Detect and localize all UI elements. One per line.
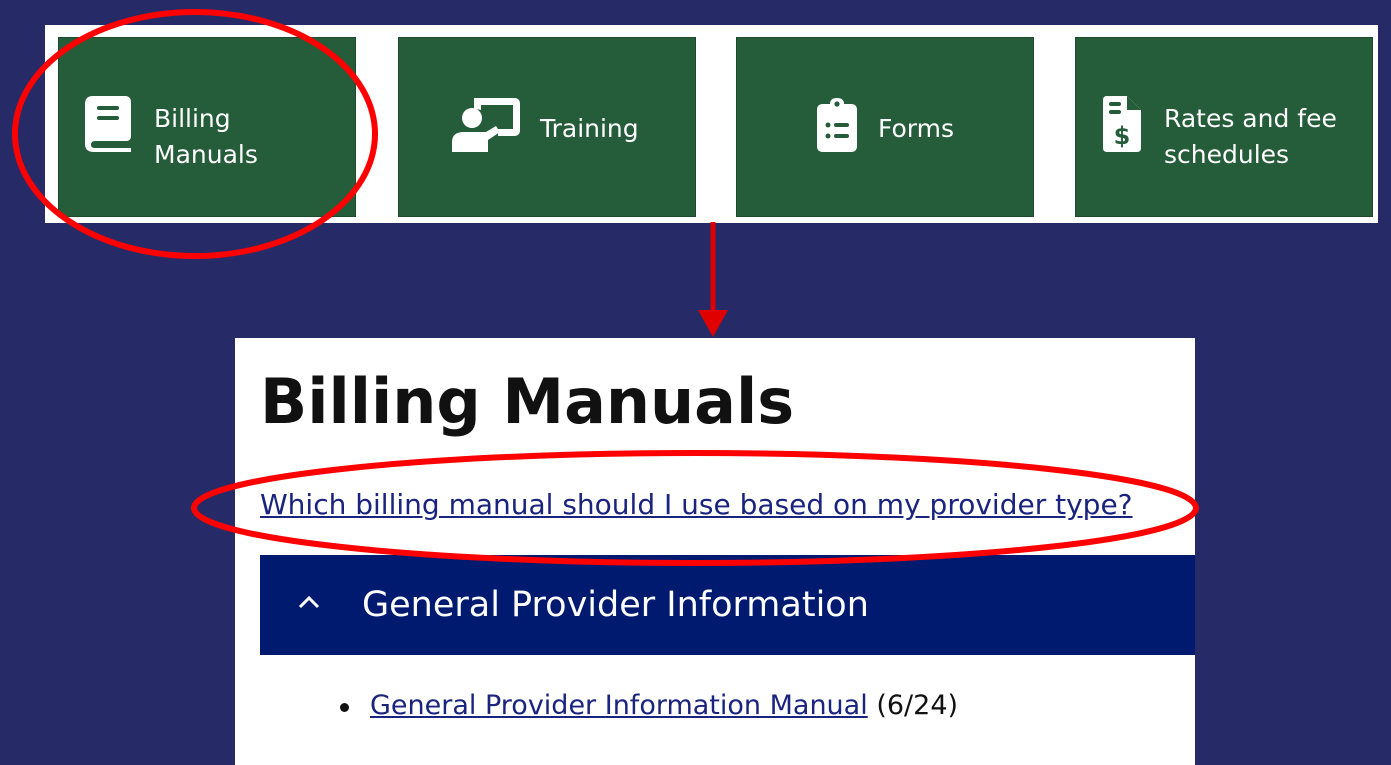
general-provider-information-manual-link[interactable]: General Provider Information Manual — [370, 690, 868, 721]
svg-text:$: $ — [1114, 122, 1131, 150]
accordion-general-provider-information[interactable]: General Provider Information — [260, 555, 1195, 655]
chevron-up-icon — [298, 595, 320, 609]
list-item: General Provider Information Manual (6/2… — [340, 690, 958, 721]
annotation-arrowhead — [698, 310, 728, 337]
presentation-icon — [452, 98, 520, 152]
page-title: Billing Manuals — [260, 365, 795, 438]
billing-manuals-tile[interactable]: Billing Manuals — [58, 37, 356, 217]
invoice-dollar-icon: $ — [1103, 96, 1141, 152]
manual-date: (6/24) — [876, 690, 959, 721]
billing-manuals-page: Billing Manuals Which billing manual sho… — [235, 338, 1195, 765]
bullet — [340, 703, 349, 712]
forms-tile[interactable]: Forms — [736, 37, 1034, 217]
clipboard-list-icon — [817, 98, 857, 152]
manual-list: General Provider Information Manual (6/2… — [340, 690, 958, 721]
tile-label-training: Training — [540, 114, 639, 143]
tile-label-rates-and-fee-schedules: Rates and fee schedules — [1164, 104, 1337, 169]
training-tile[interactable]: Training — [398, 37, 696, 217]
accordion-title: General Provider Information — [362, 585, 869, 625]
tile-label-billing-manuals: Billing Manuals — [154, 104, 258, 169]
tile-label-forms: Forms — [878, 114, 955, 143]
rates-and-fee-schedules-tile[interactable]: $ Rates and fee schedules — [1075, 37, 1373, 217]
quick-links-bar: Billing Manuals Training Forms $ Rates a — [45, 25, 1378, 223]
provider-type-manual-link[interactable]: Which billing manual should I use based … — [260, 488, 1133, 521]
book-icon — [85, 96, 131, 152]
